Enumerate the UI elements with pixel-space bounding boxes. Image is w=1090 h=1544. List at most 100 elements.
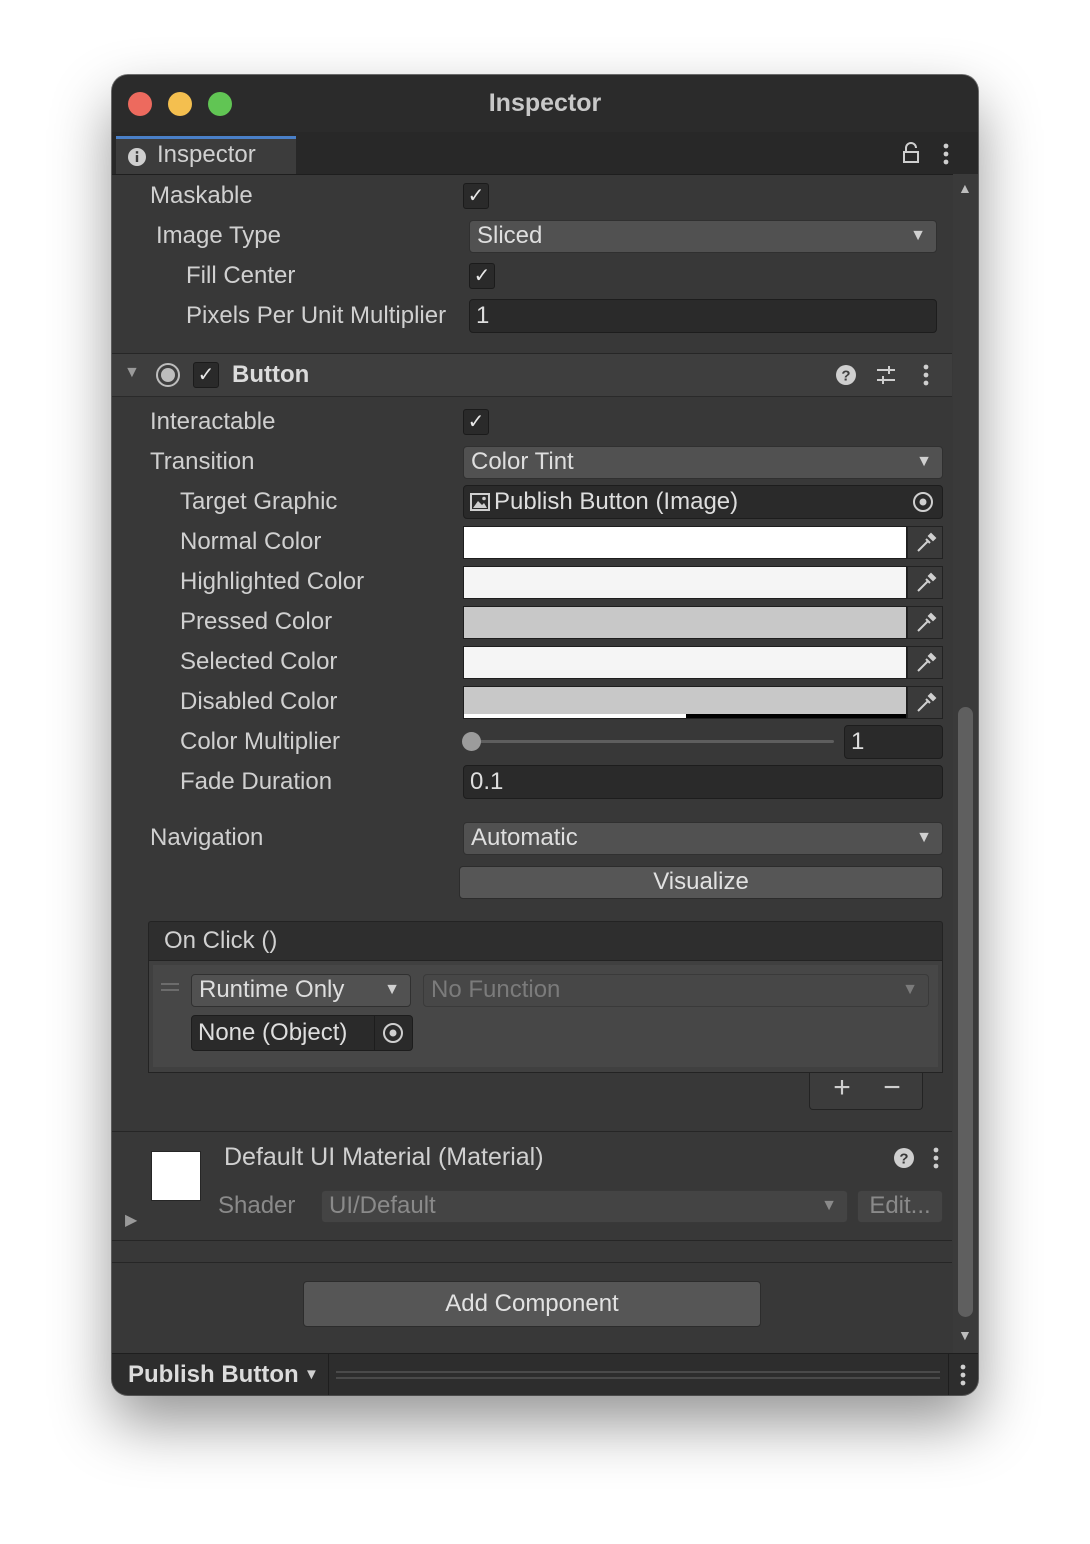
tab-inspector[interactable]: Inspector <box>116 136 296 174</box>
object-field[interactable]: None (Object) <box>191 1015 413 1051</box>
color-multiplier-label: Color Multiplier <box>180 728 341 755</box>
fill-center-checkbox[interactable]: ✓ <box>469 263 495 289</box>
add-component-button[interactable]: Add Component <box>303 1281 761 1327</box>
shader-edit-button[interactable]: Edit... <box>857 1190 943 1223</box>
scrollbar-thumb[interactable] <box>958 707 973 1317</box>
scrollbar[interactable]: ▲ ▼ <box>953 174 978 1353</box>
runtime-value: Runtime Only <box>199 976 345 1003</box>
highlighted-color-swatch[interactable] <box>463 566 907 599</box>
more-vertical-icon[interactable] <box>941 142 951 166</box>
function-dropdown[interactable]: No Function ▼ <box>423 974 929 1007</box>
color-multiplier-slider-thumb[interactable] <box>462 732 481 751</box>
object-name: Publish Button <box>128 1361 299 1388</box>
navigation-label: Navigation <box>150 824 264 851</box>
navigation-dropdown[interactable]: Automatic ▼ <box>463 822 943 855</box>
target-graphic-value: Publish Button (Image) <box>494 488 739 515</box>
footer-divider <box>948 1354 949 1395</box>
disabled-color-picker[interactable] <box>907 686 943 719</box>
visualize-button[interactable]: Visualize <box>459 866 943 899</box>
image-type-dropdown[interactable]: Sliced ▼ <box>469 220 937 253</box>
divider <box>112 1131 952 1132</box>
highlighted-color-label: Highlighted Color <box>180 568 365 595</box>
pressed-color-swatch[interactable] <box>463 606 907 639</box>
lock-icon[interactable] <box>902 142 920 164</box>
shader-dropdown[interactable]: UI/Default ▼ <box>321 1190 848 1223</box>
help-icon[interactable]: ? <box>892 1146 916 1170</box>
image-type-value: Sliced <box>477 222 543 249</box>
object-name-dropdown[interactable]: Publish Button ▼ <box>118 1354 329 1395</box>
shader-label: Shader <box>218 1192 296 1219</box>
add-remove-footer: + − <box>809 1071 923 1110</box>
inspector-window: Inspector Inspector Maskable ✓ Image Typ… <box>112 75 978 1395</box>
transition-label: Transition <box>150 448 255 475</box>
highlighted-color-picker[interactable] <box>907 566 943 599</box>
runtime-dropdown[interactable]: Runtime Only ▼ <box>191 974 411 1007</box>
interactable-checkbox[interactable]: ✓ <box>463 409 489 435</box>
help-icon[interactable]: ? <box>834 363 858 387</box>
object-picker-icon[interactable] <box>382 1022 404 1044</box>
normal-color-swatch[interactable] <box>463 526 907 559</box>
tab-label: Inspector <box>157 141 256 168</box>
shader-value: UI/Default <box>329 1192 436 1219</box>
remove-listener-button[interactable]: − <box>872 1071 912 1105</box>
footer-rule <box>336 1371 940 1373</box>
material-preview <box>151 1151 201 1201</box>
eyedropper-icon <box>917 572 937 592</box>
drag-handle-icon[interactable] <box>161 983 179 985</box>
tab-bar: Inspector <box>112 132 978 175</box>
object-picker-icon[interactable] <box>912 491 934 513</box>
fill-center-label: Fill Center <box>186 262 296 289</box>
disabled-color-swatch[interactable] <box>463 686 907 719</box>
onclick-entry: Runtime Only ▼ No Function ▼ None (Objec… <box>153 965 938 1067</box>
chevron-down-icon: ▼ <box>902 981 918 998</box>
fade-duration-input[interactable]: 0.1 <box>463 765 943 799</box>
eyedropper-icon <box>917 652 937 672</box>
ppu-input[interactable]: 1 <box>469 299 937 333</box>
target-graphic-field[interactable]: Publish Button (Image) <box>463 485 943 519</box>
presets-icon[interactable] <box>874 363 898 387</box>
material-menu-icon[interactable] <box>931 1146 941 1170</box>
pressed-color-picker[interactable] <box>907 606 943 639</box>
chevron-down-icon: ▼ <box>916 453 932 470</box>
selected-color-swatch[interactable] <box>463 646 907 679</box>
color-multiplier-slider-track[interactable] <box>467 740 834 743</box>
footer-rule <box>336 1377 940 1379</box>
chevron-down-icon: ▼ <box>910 227 926 244</box>
navigation-value: Automatic <box>471 824 578 851</box>
scroll-down-icon[interactable]: ▼ <box>958 1327 972 1343</box>
footer-bar: Publish Button ▼ <box>112 1353 978 1395</box>
maskable-checkbox[interactable]: ✓ <box>463 183 489 209</box>
selected-color-picker[interactable] <box>907 646 943 679</box>
fade-duration-label: Fade Duration <box>180 768 333 795</box>
add-listener-button[interactable]: + <box>822 1071 862 1105</box>
material-foldout-icon[interactable]: ▶ <box>125 1210 137 1230</box>
normal-color-picker[interactable] <box>907 526 943 559</box>
drag-handle-icon-line <box>161 989 179 991</box>
object-value: None (Object) <box>198 1019 348 1046</box>
svg-text:?: ? <box>841 368 850 385</box>
transition-dropdown[interactable]: Color Tint ▼ <box>463 446 943 479</box>
foldout-arrow-icon[interactable]: ▼ <box>124 364 140 382</box>
chevron-down-icon: ▼ <box>916 829 932 846</box>
eyedropper-icon <box>917 532 937 552</box>
eyedropper-icon <box>917 692 937 712</box>
function-value: No Function <box>431 976 561 1003</box>
interactable-label: Interactable <box>150 408 276 435</box>
color-multiplier-input[interactable]: 1 <box>844 725 943 759</box>
window-title: Inspector <box>488 89 602 117</box>
button-component-title: Button <box>232 361 310 388</box>
component-menu-icon[interactable] <box>921 363 931 387</box>
alpha-bar-transparent <box>686 714 906 718</box>
alpha-bar-opaque <box>464 714 686 718</box>
pressed-color-label: Pressed Color <box>180 608 333 635</box>
button-enabled-checkbox[interactable]: ✓ <box>193 362 219 388</box>
onclick-list: Runtime Only ▼ No Function ▼ None (Objec… <box>148 961 943 1073</box>
image-icon <box>470 493 490 511</box>
button-component-header[interactable]: ▼ ✓ Button ? <box>112 354 952 397</box>
component-icon <box>156 363 180 387</box>
image-type-label: Image Type <box>156 222 281 249</box>
eyedropper-icon <box>917 612 937 632</box>
onclick-title: On Click () <box>164 927 278 954</box>
scroll-up-icon[interactable]: ▲ <box>958 180 972 196</box>
footer-menu-icon[interactable] <box>958 1363 968 1387</box>
